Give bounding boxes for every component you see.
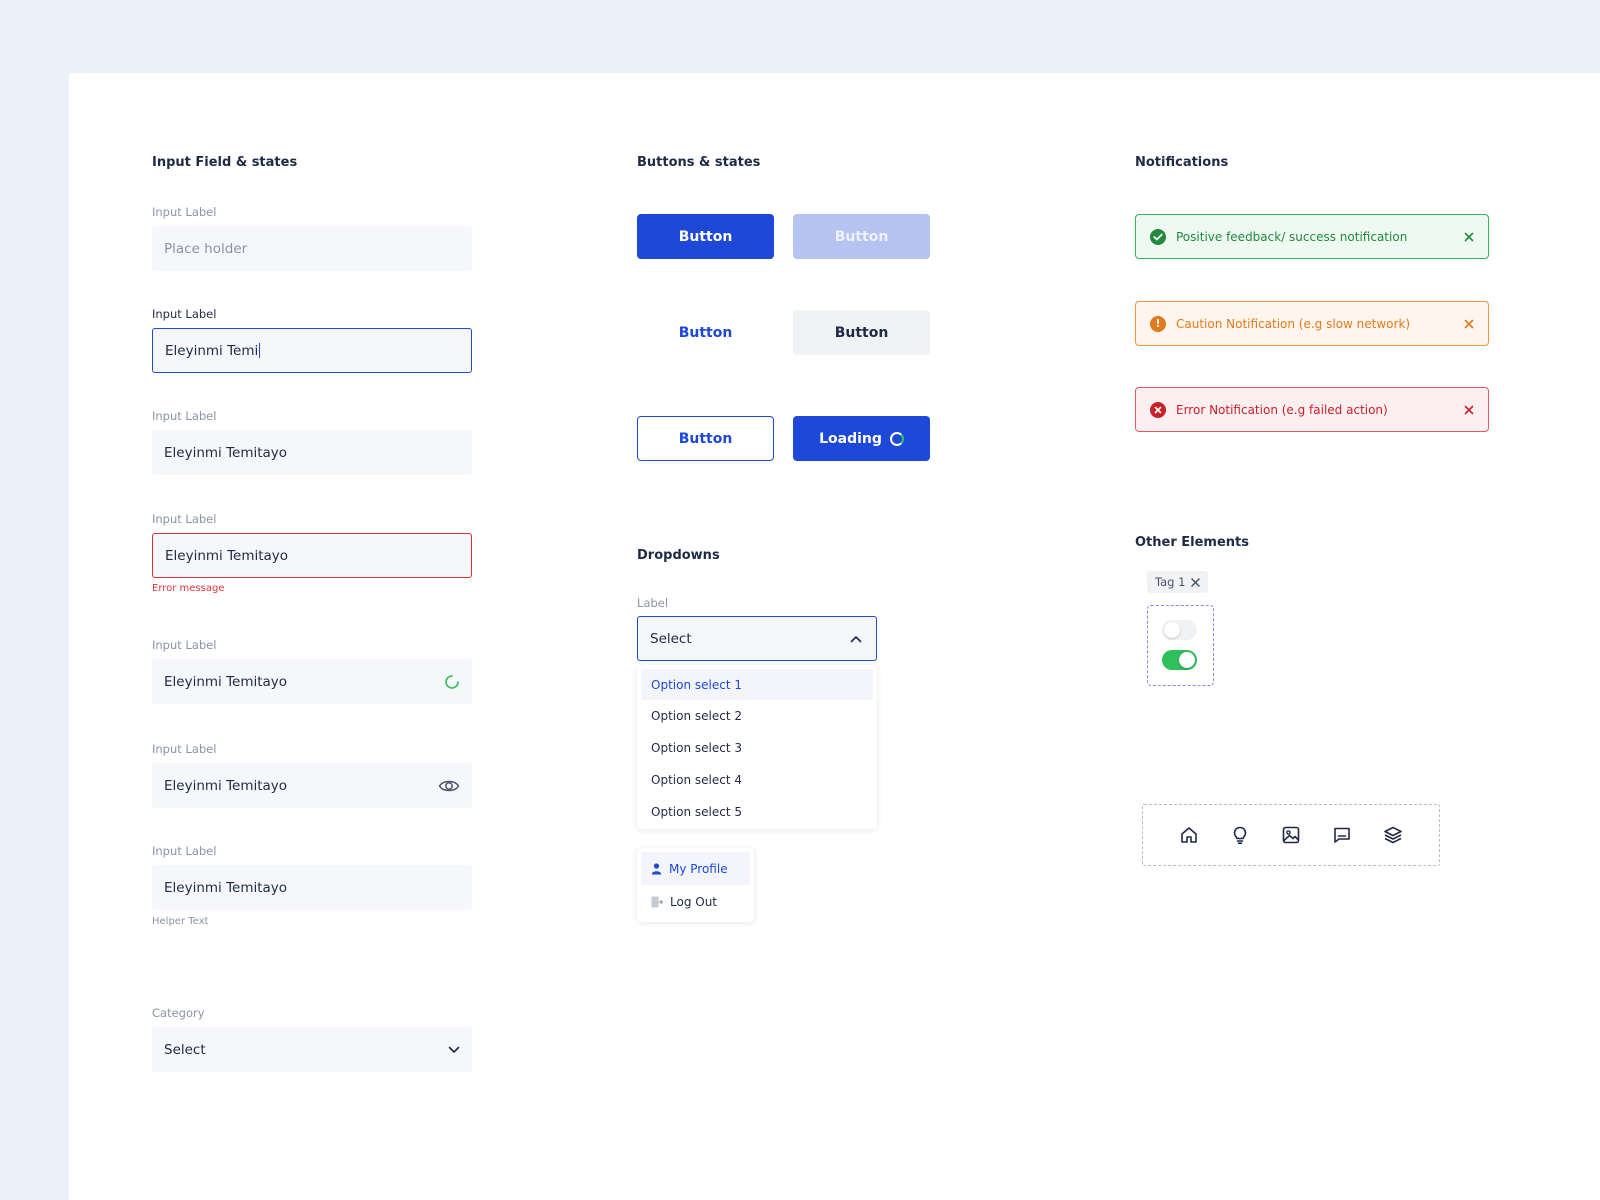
- text-caret: [259, 343, 261, 358]
- secondary-button[interactable]: Button: [793, 310, 930, 355]
- my-profile-label: My Profile: [669, 861, 728, 876]
- log-out-item[interactable]: Log Out: [641, 885, 750, 918]
- tag-label: Tag 1: [1155, 575, 1186, 589]
- chevron-down-icon: [448, 1046, 460, 1054]
- toggle-off[interactable]: [1162, 620, 1197, 640]
- primary-button[interactable]: Button: [637, 214, 774, 259]
- dropdown-option[interactable]: Option select 4: [641, 764, 873, 796]
- loading-input[interactable]: Eleyinmi Temitayo: [152, 659, 472, 704]
- input-label: Input Label: [152, 512, 217, 526]
- outline-button[interactable]: Button: [637, 416, 774, 461]
- text-button[interactable]: Button: [637, 310, 774, 355]
- notification-message: Caution Notification (e.g slow network): [1176, 316, 1411, 331]
- error-notification: Error Notification (e.g failed action): [1135, 387, 1489, 432]
- input-value: Eleyinmi Temitayo: [164, 444, 288, 461]
- loading-spinner-icon: [444, 674, 460, 690]
- input-value: Eleyinmi Temitayo: [164, 777, 288, 794]
- filled-input[interactable]: Eleyinmi Temitayo: [152, 430, 472, 475]
- category-select[interactable]: Select: [152, 1027, 472, 1072]
- dropdown-value: Select: [650, 630, 692, 647]
- loading-button[interactable]: Loading: [793, 416, 930, 461]
- error-message: Error message: [152, 583, 225, 594]
- page-canvas: Input Field & states Input Label Place h…: [69, 73, 1600, 1200]
- my-profile-item[interactable]: My Profile: [641, 852, 750, 885]
- notification-message: Positive feedback/ success notification: [1176, 229, 1408, 244]
- dropdowns-section-title: Dropdowns: [637, 548, 720, 563]
- input-label: Input Label: [152, 742, 217, 756]
- disabled-button-label: Button: [834, 228, 889, 245]
- dropdown-option[interactable]: Option select 2: [641, 700, 873, 732]
- notification-message: Error Notification (e.g failed action): [1176, 402, 1388, 417]
- input-value: Eleyinmi Temitayo: [165, 547, 289, 564]
- input-label: Input Label: [152, 307, 217, 321]
- toggle-knob: [1179, 652, 1195, 668]
- toggle-group: [1147, 605, 1214, 686]
- primary-button-label: Button: [678, 228, 733, 245]
- close-icon[interactable]: [1464, 232, 1474, 242]
- outline-button-label: Button: [678, 430, 733, 447]
- password-input[interactable]: Eleyinmi Temitayo: [152, 763, 472, 808]
- dropdown-option[interactable]: Option select 3: [641, 732, 873, 764]
- input-value: Eleyinmi Temitayo: [164, 673, 288, 690]
- image-icon[interactable]: [1279, 823, 1303, 847]
- user-icon: [651, 862, 662, 875]
- other-elements-title: Other Elements: [1135, 535, 1249, 550]
- success-notification: Positive feedback/ success notification: [1135, 214, 1489, 259]
- close-icon[interactable]: [1464, 319, 1474, 329]
- input-label: Input Label: [152, 409, 217, 423]
- dropdown-options: Option select 1 Option select 2 Option s…: [637, 665, 877, 829]
- check-circle-icon: [1150, 228, 1166, 245]
- close-icon[interactable]: [1191, 577, 1201, 587]
- buttons-section-title: Buttons & states: [637, 155, 761, 170]
- helper-input[interactable]: Eleyinmi Temitayo: [152, 865, 472, 910]
- icon-bar: [1142, 804, 1440, 866]
- error-input[interactable]: Eleyinmi Temitayo: [152, 533, 472, 578]
- message-icon[interactable]: [1330, 823, 1354, 847]
- chevron-up-icon: [850, 635, 862, 643]
- input-label: Input Label: [152, 638, 217, 652]
- eye-icon[interactable]: [438, 778, 460, 794]
- input-value: Eleyinmi Temi: [165, 342, 259, 359]
- profile-menu: My Profile Log Out: [637, 848, 754, 922]
- input-label: Input Label: [152, 844, 217, 858]
- helper-text: Helper Text: [152, 916, 209, 927]
- text-button-label: Button: [678, 324, 733, 341]
- loading-button-label: Loading: [819, 430, 882, 447]
- input-value: Eleyinmi Temitayo: [164, 879, 288, 896]
- dropdown-option[interactable]: Option select 1: [641, 669, 873, 700]
- toggle-on[interactable]: [1162, 650, 1197, 670]
- category-label: Category: [152, 1006, 205, 1020]
- log-out-label: Log Out: [670, 894, 718, 909]
- loading-spinner-icon: [889, 431, 904, 446]
- input-placeholder: Place holder: [164, 240, 248, 257]
- lightbulb-icon[interactable]: [1228, 823, 1252, 847]
- input-section-title: Input Field & states: [152, 155, 298, 170]
- tag-chip: Tag 1: [1147, 571, 1209, 593]
- close-icon[interactable]: [1464, 405, 1474, 415]
- dropdown-select[interactable]: Select: [637, 616, 877, 661]
- category-value: Select: [164, 1041, 206, 1058]
- dropdown-label: Label: [637, 596, 669, 610]
- notifications-section-title: Notifications: [1135, 155, 1229, 170]
- focused-input[interactable]: Eleyinmi Temi: [152, 328, 472, 373]
- warning-circle-icon: !: [1150, 315, 1166, 332]
- warning-notification: ! Caution Notification (e.g slow network…: [1135, 301, 1489, 346]
- layers-icon[interactable]: [1381, 823, 1405, 847]
- dropdown-option[interactable]: Option select 5: [641, 796, 873, 827]
- toggle-knob: [1164, 622, 1180, 638]
- input-label: Input Label: [152, 205, 217, 219]
- logout-icon: [651, 896, 663, 908]
- secondary-button-label: Button: [834, 324, 889, 341]
- error-circle-icon: [1150, 401, 1166, 418]
- placeholder-input[interactable]: Place holder: [152, 226, 472, 271]
- home-icon[interactable]: [1177, 823, 1201, 847]
- disabled-button: Button: [793, 214, 930, 259]
